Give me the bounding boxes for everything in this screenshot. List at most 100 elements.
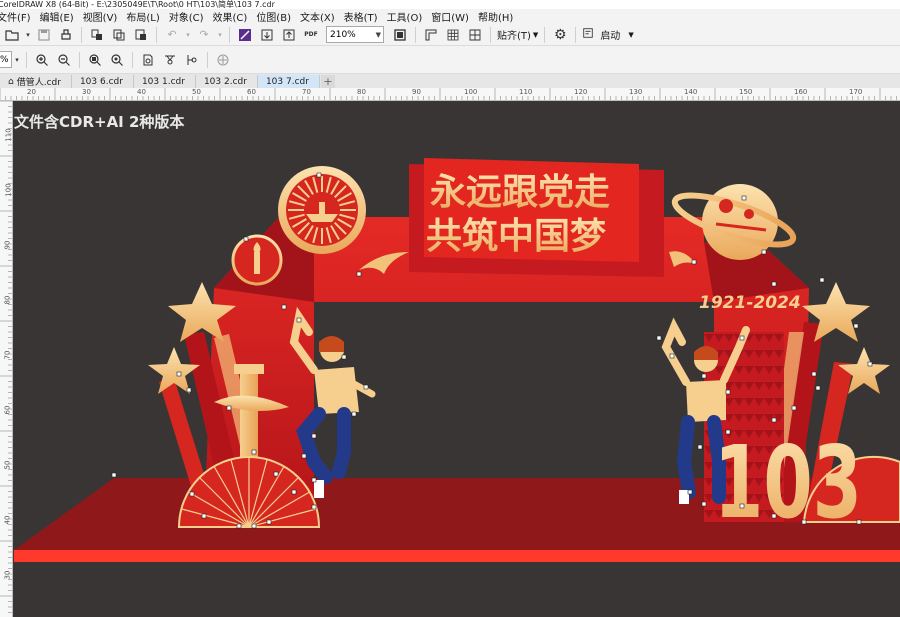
node-handle [311, 433, 317, 439]
application-launcher[interactable]: 启动 ▼ [582, 27, 634, 42]
zoom-toolbar: % ▾ [0, 46, 900, 74]
window-title: CorelDRAW X8 (64-Bit) - E:\2305049E\T\Ro… [0, 0, 275, 9]
snap-to-dropdown[interactable]: 贴齐(T) ▼ [497, 27, 538, 43]
show-grid-icon[interactable] [443, 26, 463, 44]
node-handle [186, 387, 192, 393]
node-handle [301, 453, 307, 459]
node-handle [291, 489, 297, 495]
open-dropdown-icon[interactable]: ▾ [24, 26, 32, 44]
toolbar-separator [132, 51, 133, 68]
zoom-to-selected-icon[interactable] [85, 51, 105, 69]
show-guidelines-icon[interactable] [465, 26, 485, 44]
zoom-dropdown-icon[interactable]: ▾ [13, 51, 21, 69]
ruler-h-label: 80 [357, 88, 366, 96]
redo-icon[interactable]: ↷ [194, 26, 214, 44]
toolbar-separator [544, 26, 546, 43]
import-icon[interactable] [257, 26, 277, 44]
show-rulers-icon[interactable] [421, 26, 441, 44]
zoom-to-page-height-icon[interactable] [182, 51, 202, 69]
node-handle [853, 323, 859, 329]
menu-edit[interactable]: 编辑(E) [40, 9, 83, 24]
headline-line-1[interactable]: 永远跟党走 [430, 172, 610, 213]
tab-document-3[interactable]: 103 1.cdr [134, 75, 196, 88]
paste-icon[interactable] [131, 26, 151, 44]
open-icon[interactable] [2, 26, 22, 44]
zoom-percent-input[interactable]: % [0, 51, 12, 68]
toolbar-separator [415, 26, 416, 43]
node-handle [701, 501, 707, 507]
menu-file[interactable]: 文件(F) [0, 9, 40, 24]
snap-to-label: 贴齐(T) [497, 31, 531, 42]
big-number-label[interactable]: 103 [714, 424, 862, 541]
cut-icon[interactable] [87, 26, 107, 44]
zoom-to-page-icon[interactable] [138, 51, 158, 69]
zoom-in-icon[interactable] [32, 51, 52, 69]
tab-document-5-active[interactable]: 103 7.cdr [257, 75, 320, 88]
home-icon[interactable]: ⌂ [8, 77, 14, 87]
ruler-v-label: 30 [3, 570, 12, 580]
print-icon[interactable] [56, 26, 76, 44]
export-icon[interactable] [279, 26, 299, 44]
horizontal-ruler[interactable]: 20 30 40 50 60 70 80 90 100 110 120 130 … [0, 88, 900, 101]
ruler-v-label: 70 [3, 350, 12, 360]
pdf-icon[interactable]: PDF [301, 26, 321, 44]
ruler-h-label: 110 [519, 88, 533, 96]
node-handle [296, 317, 302, 323]
save-icon[interactable] [34, 26, 54, 44]
vertical-ruler[interactable]: 110 100 90 80 70 60 50 40 30 [0, 101, 13, 617]
node-handle [311, 504, 317, 510]
node-handle [739, 335, 745, 341]
search-content-icon[interactable] [235, 26, 255, 44]
artwork-arch-design[interactable]: 永远跟党走 共筑中国梦 1921-2024 103 [14, 102, 900, 617]
toolbar-separator [81, 26, 82, 43]
node-handle [791, 405, 797, 411]
node-handle [725, 389, 731, 395]
undo-icon[interactable]: ↶ [162, 26, 182, 44]
zoom-out-icon[interactable] [54, 51, 74, 69]
headline-line-2[interactable]: 共筑中国梦 [426, 216, 606, 257]
node-handle [761, 249, 767, 255]
zoom-level-select[interactable]: 210% ▼ [326, 26, 384, 43]
tab-document-4[interactable]: 103 2.cdr [196, 75, 258, 88]
node-handle [819, 277, 825, 283]
tab-label: 103 2.cdr [203, 76, 247, 87]
menu-effects[interactable]: 效果(C) [213, 9, 257, 24]
menu-table[interactable]: 表格(T) [344, 9, 387, 24]
tab-document-2[interactable]: 103 6.cdr [72, 75, 134, 88]
menu-text[interactable]: 文本(X) [300, 9, 344, 24]
ruler-v-label: 40 [3, 515, 12, 525]
toolbar-separator [490, 26, 491, 43]
tab-document-1[interactable]: ⌂ 借管人.cdr [0, 75, 72, 88]
drawing-canvas[interactable]: 永远跟党走 共筑中国梦 1921-2024 103 文件含CDR+AI 2种版本 [14, 102, 900, 617]
toolbar-separator [79, 51, 80, 68]
node-handle [811, 371, 817, 377]
floor-stripe [14, 550, 900, 562]
redo-dropdown-icon[interactable]: ▾ [216, 26, 224, 44]
standard-toolbar: ▾ ↶ ▾ ↷ ▾ PDF 210% ▼ 贴齐(T) ▼ ⚙ 启动 ▼ [0, 24, 900, 46]
menu-view[interactable]: 视图(V) [83, 9, 127, 24]
menu-object[interactable]: 对象(C) [169, 9, 213, 24]
years-label[interactable]: 1921-2024 [699, 293, 801, 313]
undo-dropdown-icon[interactable]: ▾ [184, 26, 192, 44]
new-document-plus-icon[interactable]: + [320, 75, 335, 88]
menu-bitmaps[interactable]: 位图(B) [256, 9, 300, 24]
ruler-h-label: 40 [137, 88, 146, 96]
menu-help[interactable]: 帮助(H) [478, 9, 522, 24]
menu-window[interactable]: 窗口(W) [431, 9, 478, 24]
sunburst-emblem-icon [278, 166, 366, 254]
full-screen-icon[interactable] [390, 26, 410, 44]
node-handle [739, 503, 745, 509]
menu-tools[interactable]: 工具(O) [387, 9, 432, 24]
coreldraw-window: CorelDRAW X8 (64-Bit) - E:\2305049E\T\Ro… [0, 0, 900, 617]
copy-icon[interactable] [109, 26, 129, 44]
menu-layout[interactable]: 布局(L) [126, 9, 168, 24]
options-gear-icon[interactable]: ⚙ [550, 26, 570, 44]
ruler-h-label: 90 [412, 88, 421, 96]
zoom-to-page-width-icon[interactable] [160, 51, 180, 69]
ruler-h-label: 70 [302, 88, 311, 96]
node-handle [741, 195, 747, 201]
ruler-v-label: 60 [3, 405, 12, 415]
zoom-to-all-objects-icon[interactable] [107, 51, 127, 69]
pan-tool-icon[interactable] [213, 51, 233, 69]
node-handle [236, 523, 242, 529]
